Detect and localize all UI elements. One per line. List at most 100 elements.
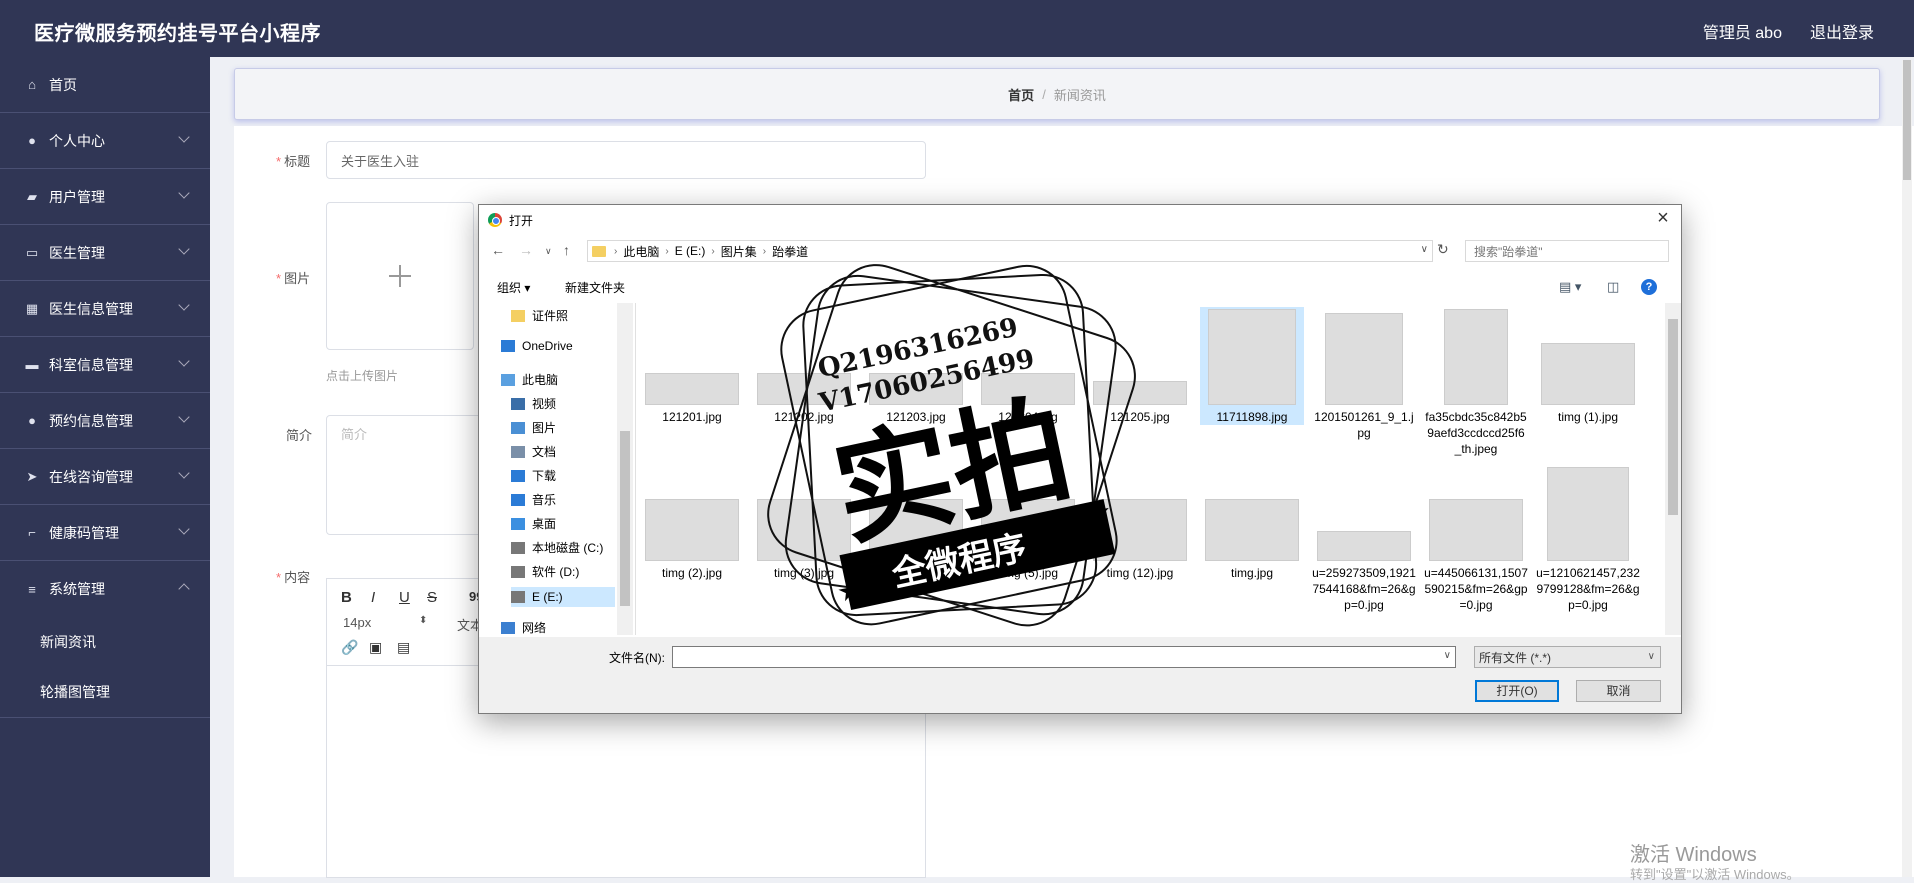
- file-item[interactable]: timg (5).jpg: [976, 467, 1080, 581]
- tree-item[interactable]: OneDrive: [501, 339, 573, 353]
- sidebar-item-online-consult[interactable]: ➤ 在线咨询管理: [0, 449, 210, 505]
- breadcrumb-home[interactable]: 首页: [1008, 85, 1034, 104]
- link-icon[interactable]: 🔗: [341, 639, 358, 656]
- tree-item[interactable]: 图片: [511, 419, 556, 436]
- chevron-down-icon[interactable]: ∨: [1421, 244, 1428, 255]
- sidebar-item-personal-center[interactable]: ● 个人中心: [0, 113, 210, 169]
- chevron-down-icon[interactable]: ∨: [1444, 650, 1451, 661]
- chevron-down-icon: [178, 299, 190, 311]
- file-item[interactable]: timg (4).jpg: [864, 467, 968, 581]
- file-item[interactable]: u=1210621457,2329799128&fm=26&gp=0.jpg: [1536, 467, 1640, 613]
- sidebar-item-user-management[interactable]: ▰ 用户管理: [0, 169, 210, 225]
- close-icon[interactable]: ×: [1651, 207, 1675, 231]
- file-item[interactable]: timg (3).jpg: [752, 467, 856, 581]
- image-icon[interactable]: ▣: [369, 639, 382, 656]
- page-scrollbar[interactable]: [1902, 60, 1912, 877]
- filename-input[interactable]: ∨: [672, 646, 1456, 668]
- open-button[interactable]: 打开(O): [1475, 680, 1559, 702]
- sidebar-item-doctor-management[interactable]: ▭ 医生管理: [0, 225, 210, 281]
- italic-button[interactable]: I: [371, 589, 375, 606]
- file-item[interactable]: timg.jpg: [1200, 467, 1304, 581]
- chevron-up-icon: [178, 583, 190, 595]
- underline-button[interactable]: U: [399, 589, 410, 606]
- sidebar-subitem-carousel[interactable]: 轮播图管理: [0, 667, 210, 717]
- title-input[interactable]: 关于医生入驻: [326, 141, 926, 179]
- new-folder-button[interactable]: 新建文件夹: [565, 279, 625, 296]
- file-item[interactable]: 121204.jpg: [976, 307, 1080, 425]
- sidebar-item-department-info[interactable]: ▬ 科室信息管理: [0, 337, 210, 393]
- page-scrollbar-thumb[interactable]: [1903, 60, 1911, 180]
- tree-item[interactable]: 下载: [511, 467, 556, 484]
- title-label: * 标题: [276, 154, 311, 169]
- view-options-icon[interactable]: ▤ ▾: [1559, 279, 1581, 295]
- logout-link[interactable]: 退出登录: [1810, 19, 1874, 43]
- tree-item[interactable]: 此电脑: [501, 371, 558, 388]
- file-item[interactable]: timg (2).jpg: [640, 467, 744, 581]
- forward-arrow-icon[interactable]: →: [519, 242, 533, 258]
- file-item[interactable]: 11711898.jpg: [1200, 307, 1304, 425]
- file-item[interactable]: 121202.jpg: [752, 307, 856, 425]
- font-size-stepper-icon[interactable]: ⬍: [419, 615, 427, 626]
- cancel-button[interactable]: 取消: [1576, 680, 1661, 702]
- path-segment[interactable]: 图片集: [721, 243, 757, 260]
- help-icon[interactable]: ?: [1641, 279, 1657, 295]
- sidebar-item-doctor-info[interactable]: ▦ 医生信息管理: [0, 281, 210, 337]
- file-list-scrollbar-thumb[interactable]: [1668, 319, 1678, 515]
- font-size-select[interactable]: 14px: [343, 615, 371, 630]
- tree-item[interactable]: 本地磁盘 (C:): [511, 539, 603, 556]
- image-upload-button[interactable]: [326, 202, 474, 350]
- file-item[interactable]: u=445066131,1507590215&fm=26&gp=0.jpg: [1424, 467, 1528, 613]
- tree-item[interactable]: 桌面: [511, 515, 556, 532]
- tree-item[interactable]: E (E:): [511, 587, 615, 607]
- tree-item[interactable]: 网络: [501, 619, 546, 635]
- video-icon[interactable]: ▤: [397, 639, 410, 656]
- sidebar-item-health-code[interactable]: ⌐ 健康码管理: [0, 505, 210, 561]
- picture-icon: [511, 421, 525, 434]
- file-item[interactable]: timg (12).jpg: [1088, 467, 1192, 581]
- address-bar[interactable]: › 此电脑 › E (E:) › 图片集 › 跆拳道 ∨: [587, 240, 1433, 262]
- bold-button[interactable]: B: [341, 589, 352, 606]
- breadcrumb-current: 新闻资讯: [1053, 87, 1106, 103]
- file-item[interactable]: fa35cbdc35c842b59aefd3ccdccd25f6_th.jpeg: [1424, 307, 1528, 457]
- tree-item[interactable]: 音乐: [511, 491, 556, 508]
- search-input[interactable]: 搜索"跆拳道": [1465, 240, 1669, 262]
- path-segment[interactable]: 此电脑: [623, 243, 659, 260]
- organize-button[interactable]: 组织 ▾: [497, 279, 530, 296]
- strikethrough-button[interactable]: S: [427, 589, 437, 606]
- file-name: 121204.jpg: [998, 410, 1058, 424]
- recent-dropdown-icon[interactable]: ∨: [545, 246, 552, 257]
- file-item[interactable]: 121201.jpg: [640, 307, 744, 425]
- user-icon: ●: [28, 133, 36, 148]
- folder-icon: ▬: [25, 357, 39, 372]
- file-item[interactable]: 1201501261_9_1.jpg: [1312, 307, 1416, 441]
- tree-item[interactable]: 文档: [511, 443, 556, 460]
- sidebar-item-home[interactable]: ⌂ 首页: [0, 57, 210, 113]
- file-name: timg (12).jpg: [1106, 566, 1174, 580]
- tree-item[interactable]: 证件照: [511, 307, 568, 324]
- sidebar-subitem-news[interactable]: 新闻资讯: [0, 617, 210, 667]
- path-segment[interactable]: 跆拳道: [772, 243, 808, 260]
- upload-hint: 点击上传图片: [326, 369, 399, 383]
- current-user[interactable]: 管理员 abo: [1703, 19, 1782, 43]
- tree-scrollbar-thumb[interactable]: [620, 431, 630, 606]
- file-item[interactable]: 121203.jpg: [864, 307, 968, 425]
- file-item[interactable]: 121205.jpg: [1088, 307, 1192, 425]
- tree-scrollbar[interactable]: [617, 303, 633, 635]
- path-segment[interactable]: E (E:): [675, 244, 706, 258]
- file-item[interactable]: timg (1).jpg: [1536, 307, 1640, 425]
- file-list-scrollbar[interactable]: [1665, 303, 1681, 635]
- sidebar-item-system[interactable]: ≡ 系统管理: [0, 561, 210, 617]
- preview-pane-icon[interactable]: ◫: [1607, 279, 1619, 295]
- file-thumbnail-icon: [1429, 499, 1523, 561]
- file-name: 121203.jpg: [886, 410, 946, 424]
- tree-item[interactable]: 软件 (D:): [511, 563, 579, 580]
- file-type-select[interactable]: 所有文件 (*.*) ∨: [1474, 646, 1661, 668]
- back-arrow-icon[interactable]: ←: [491, 242, 505, 258]
- tree-item[interactable]: 视频: [511, 395, 556, 412]
- refresh-icon[interactable]: ↻: [1437, 241, 1449, 258]
- tree-item-label: 图片: [532, 421, 557, 435]
- sidebar-item-appointment-info[interactable]: ● 预约信息管理: [0, 393, 210, 449]
- app-title: 医疗微服务预约挂号平台小程序: [34, 23, 321, 45]
- up-arrow-icon[interactable]: ↑: [563, 242, 570, 258]
- file-item[interactable]: u=259273509,19217544168&fm=26&gp=0.jpg: [1312, 467, 1416, 613]
